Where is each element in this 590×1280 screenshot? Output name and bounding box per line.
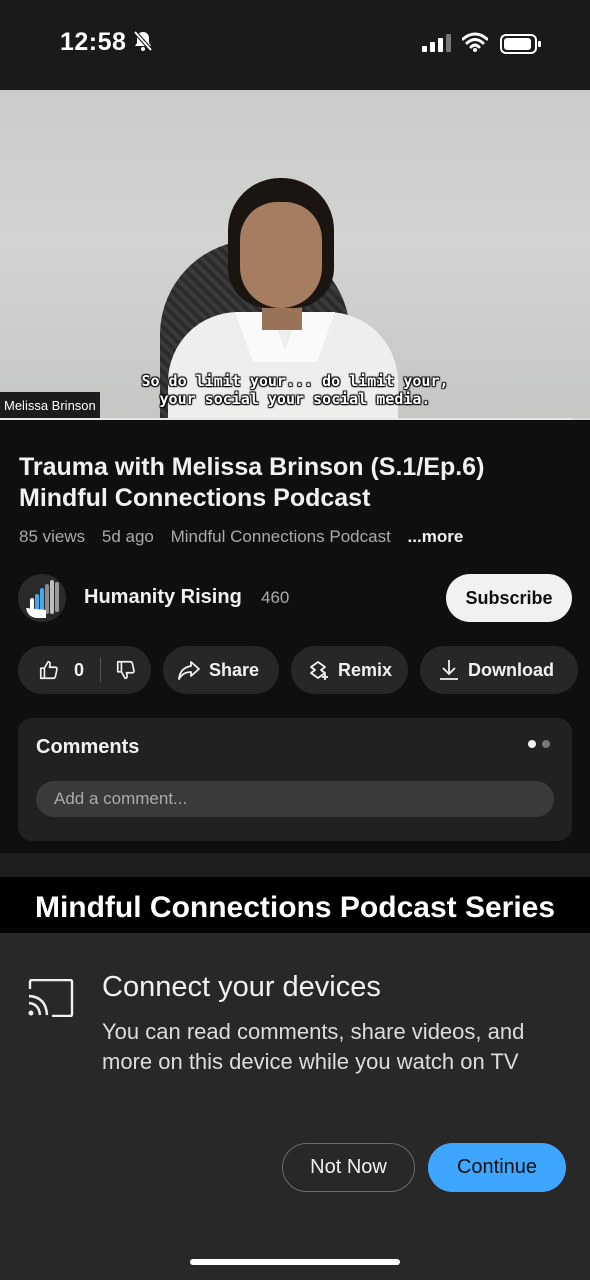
- not-now-button[interactable]: Not Now: [282, 1143, 415, 1192]
- speaker-name-tag: Melissa Brinson: [0, 392, 100, 419]
- like-divider: [100, 658, 102, 682]
- download-label: Download: [468, 659, 554, 680]
- section-divider: [0, 853, 590, 877]
- status-bar: 12:58: [0, 0, 590, 90]
- like-count[interactable]: 0: [74, 660, 84, 681]
- thumbs-up-icon[interactable]: [38, 659, 60, 681]
- home-indicator[interactable]: [190, 1259, 400, 1265]
- continue-button[interactable]: Continue: [428, 1143, 566, 1192]
- cellular-signal-icon: [422, 34, 451, 52]
- connect-devices-sheet: Connect your devices You can read commen…: [0, 933, 590, 1280]
- video-progress-bar[interactable]: [0, 418, 590, 420]
- video-title[interactable]: Trauma with Melissa Brinson (S.1/Ep.6) M…: [19, 452, 559, 514]
- hands-logo-icon: [18, 574, 66, 622]
- video-player[interactable]: So do limit your... do limit your, your …: [0, 90, 590, 420]
- remix-label: Remix: [338, 659, 393, 680]
- channel-avatar[interactable]: [18, 574, 66, 622]
- carousel-dot-active: [528, 740, 536, 748]
- comments-card[interactable]: Comments Add a comment...: [18, 718, 572, 841]
- video-meta[interactable]: 85 views 5d ago Mindful Connections Podc…: [19, 527, 475, 547]
- cast-icon: [28, 979, 74, 1017]
- share-button[interactable]: Share: [163, 646, 279, 694]
- thumbnail-title-text: Mindful Connections Podcast Series: [34, 891, 556, 924]
- sheet-title: Connect your devices: [102, 971, 381, 1003]
- add-comment-input[interactable]: Add a comment...: [36, 781, 554, 817]
- sheet-body: You can read comments, share videos, and…: [102, 1019, 525, 1074]
- channel-name[interactable]: Humanity Rising: [84, 586, 242, 609]
- view-count: 85 views: [19, 527, 86, 546]
- status-time: 12:58: [60, 28, 127, 56]
- like-dislike-group: 0: [18, 646, 151, 694]
- next-video-thumbnail[interactable]: Mindful Connections Podcast Series: [0, 877, 590, 935]
- download-button[interactable]: Download: [420, 646, 578, 694]
- playlist-link[interactable]: Mindful Connections Podcast: [171, 527, 391, 546]
- subscribe-button[interactable]: Subscribe: [446, 574, 572, 622]
- more-link[interactable]: ...more: [408, 527, 464, 546]
- video-frame-face: [240, 202, 322, 308]
- wifi-icon: [462, 32, 488, 52]
- battery-icon: [500, 34, 541, 54]
- carousel-dot: [542, 740, 550, 748]
- download-icon: [440, 660, 458, 680]
- bell-off-icon: [133, 30, 153, 52]
- upload-age: 5d ago: [101, 527, 154, 546]
- remix-button[interactable]: Remix: [291, 646, 408, 694]
- video-progress-fill: [0, 418, 573, 420]
- thumbs-down-icon[interactable]: [115, 659, 137, 681]
- comments-title: Comments: [36, 736, 140, 758]
- subscriber-count: 460: [261, 588, 290, 607]
- remix-icon: [310, 661, 328, 680]
- share-label: Share: [209, 659, 260, 680]
- share-arrow-icon: [178, 661, 200, 680]
